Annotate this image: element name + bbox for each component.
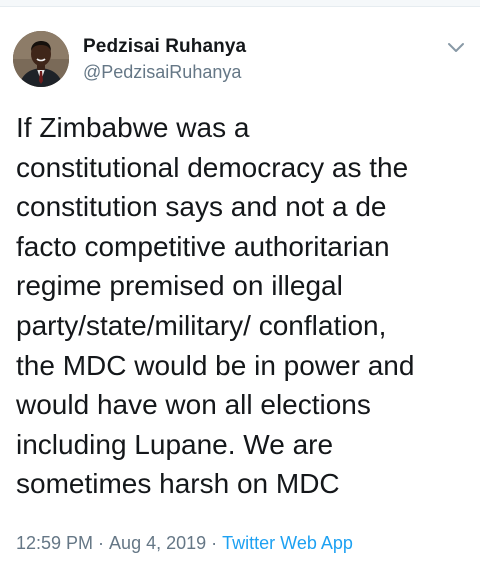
author-name[interactable]: Pedzisai Ruhanya: [83, 36, 246, 58]
bottom-divider: [0, 573, 480, 581]
tweet-metadata: 12:59 PM · Aug 4, 2019 · Twitter Web App: [16, 533, 353, 554]
tweet-source-link[interactable]: Twitter Web App: [222, 533, 353, 553]
meta-separator: ·: [98, 533, 105, 553]
profile-photo-icon: [13, 31, 69, 87]
chevron-down-icon: [448, 43, 464, 52]
tweet-card: Pedzisai Ruhanya @PedzisaiRuhanya If Zim…: [0, 7, 480, 581]
tweet-text: If Zimbabwe was a constitutional democra…: [16, 112, 415, 500]
more-options-button[interactable]: [442, 35, 470, 59]
meta-separator: ·: [211, 533, 218, 553]
tweet-date[interactable]: Aug 4, 2019: [109, 533, 206, 553]
tweet-time[interactable]: 12:59 PM: [16, 533, 93, 553]
top-divider: [0, 0, 480, 7]
avatar[interactable]: [13, 31, 69, 87]
author-handle[interactable]: @PedzisaiRuhanya: [83, 62, 241, 83]
